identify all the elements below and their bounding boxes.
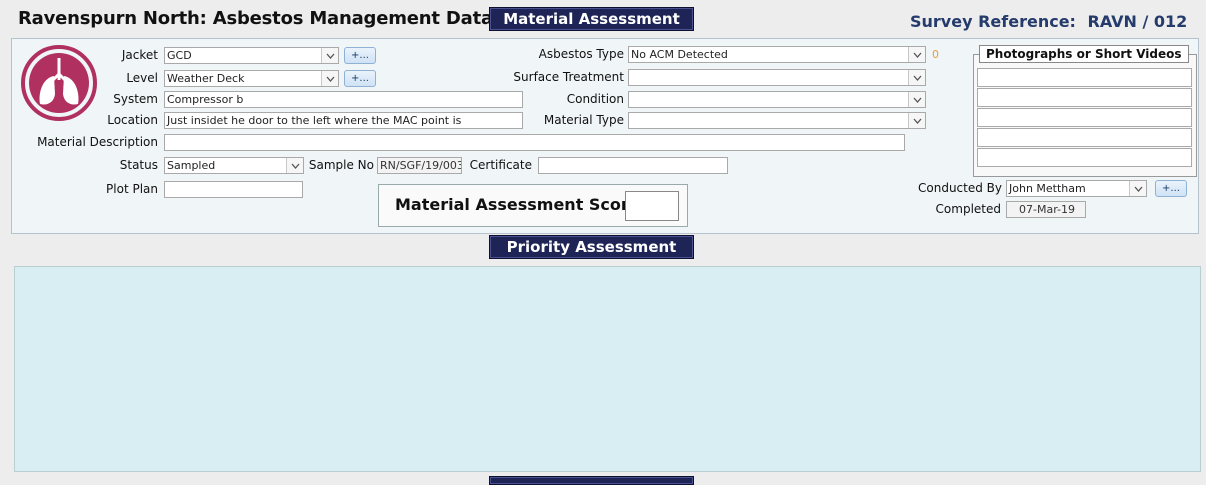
survey-reference-label: Survey Reference:: [910, 12, 1076, 31]
add-level-button[interactable]: +...: [344, 70, 376, 87]
system-input[interactable]: Compressor b: [164, 91, 523, 108]
plot-plan-label: Plot Plan: [106, 182, 158, 196]
photo-slot[interactable]: [977, 108, 1192, 127]
condition-select[interactable]: [628, 91, 926, 108]
photo-slot[interactable]: [977, 128, 1192, 147]
chevron-down-icon[interactable]: [321, 71, 338, 86]
material-type-label: Material Type: [543, 113, 624, 127]
plot-plan-input[interactable]: [164, 181, 303, 198]
photos-title: Photographs or Short Videos: [979, 45, 1189, 63]
material-assessment-score-label: Material Assessment Score: [395, 195, 640, 214]
chevron-down-icon[interactable]: [286, 158, 303, 173]
material-assessment-score-field: [625, 191, 679, 221]
sample-no-label: Sample No: [308, 158, 374, 172]
location-label: Location: [107, 113, 158, 127]
survey-reference: Survey Reference: RAVN / 012: [910, 12, 1187, 31]
level-select[interactable]: Weather Deck: [164, 70, 339, 87]
app-title: Ravenspurn North: Asbestos Management Da…: [18, 8, 541, 29]
priority-assessment-area: [14, 266, 1201, 472]
asbestos-type-select[interactable]: No ACM Detected: [628, 46, 926, 63]
asbestos-type-value: No ACM Detected: [631, 48, 728, 61]
status-value: Sampled: [167, 159, 216, 172]
chevron-down-icon[interactable]: [908, 47, 925, 62]
certificate-input[interactable]: [538, 157, 728, 174]
jacket-label: Jacket: [121, 48, 158, 62]
conducted-by-select[interactable]: John Mettham: [1006, 180, 1147, 197]
level-label: Level: [126, 71, 158, 85]
surface-treatment-select[interactable]: [628, 69, 926, 86]
status-select[interactable]: Sampled: [164, 157, 304, 174]
location-input[interactable]: Just insidet he door to the left where t…: [164, 112, 523, 129]
asbestos-type-label: Asbestos Type: [538, 47, 624, 61]
sample-no-field: RN/SGF/19/003: [377, 157, 462, 174]
jacket-select[interactable]: GCD: [164, 47, 339, 64]
photo-slot[interactable]: [977, 68, 1192, 87]
asbestos-type-code: 0: [932, 48, 939, 61]
chevron-down-icon[interactable]: [908, 92, 925, 107]
add-surveyor-button[interactable]: +...: [1155, 180, 1187, 197]
level-value: Weather Deck: [167, 72, 245, 85]
next-section-banner: [489, 476, 694, 485]
priority-assessment-banner: Priority Assessment: [489, 235, 694, 259]
material-assessment-score-box: Material Assessment Score: [378, 184, 688, 227]
conducted-by-label: Conducted By: [918, 181, 1002, 195]
survey-reference-value: RAVN / 012: [1087, 12, 1188, 31]
chevron-down-icon[interactable]: [908, 113, 925, 128]
conducted-by-value: John Mettham: [1009, 182, 1086, 195]
jacket-value: GCD: [167, 49, 192, 62]
photo-slot[interactable]: [977, 88, 1192, 107]
chevron-down-icon[interactable]: [321, 48, 338, 63]
chevron-down-icon[interactable]: [1129, 181, 1146, 196]
system-label: System: [113, 92, 158, 106]
material-description-label: Material Description: [37, 135, 158, 149]
completed-label: Completed: [935, 202, 1001, 216]
status-label: Status: [119, 158, 158, 172]
surface-treatment-label: Surface Treatment: [513, 70, 624, 84]
material-description-input[interactable]: [164, 134, 905, 151]
add-jacket-button[interactable]: +...: [344, 47, 376, 64]
certificate-label: Certificate: [469, 158, 532, 172]
material-assessment-banner: Material Assessment: [489, 7, 694, 31]
lungs-logo-icon: [20, 44, 98, 122]
photo-slot[interactable]: [977, 148, 1192, 167]
condition-label: Condition: [566, 92, 624, 106]
chevron-down-icon[interactable]: [908, 70, 925, 85]
completed-date-field: 07-Mar-19: [1006, 201, 1086, 218]
material-type-select[interactable]: [628, 112, 926, 129]
